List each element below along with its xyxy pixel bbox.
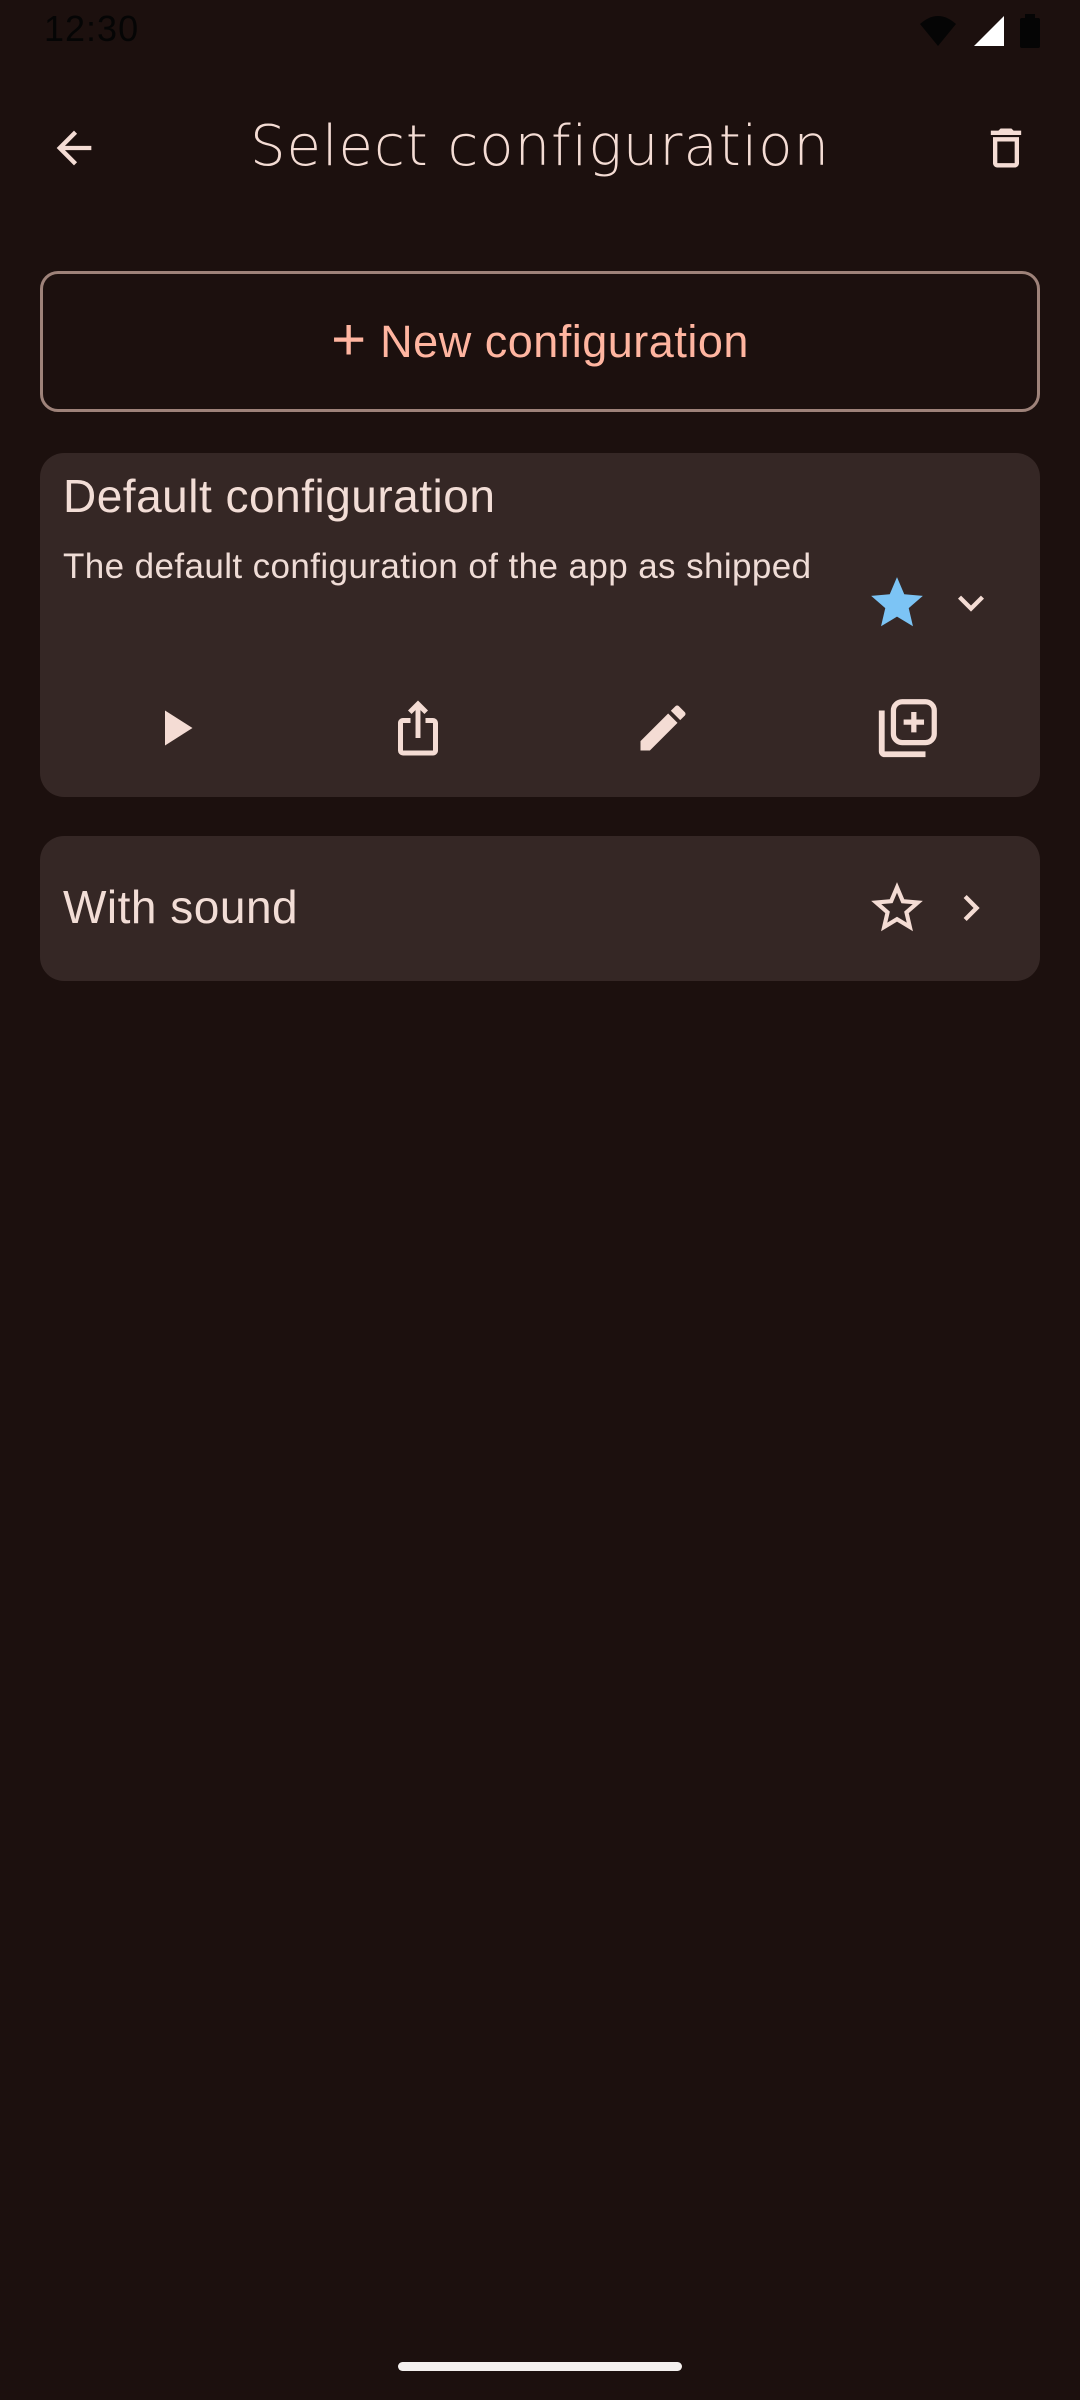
- configuration-card-default[interactable]: Default configuration The default config…: [40, 453, 1040, 797]
- status-icons: [918, 14, 1040, 48]
- configuration-title: With sound: [63, 881, 299, 933]
- configuration-description: The default configuration of the app as …: [63, 547, 812, 586]
- edit-icon: [640, 705, 686, 751]
- expand-button[interactable]: [931, 868, 1011, 948]
- duplicate-icon: [878, 699, 937, 758]
- play-icon: [165, 710, 193, 746]
- cell-signal-icon: [974, 16, 1004, 46]
- configuration-card-with-sound[interactable]: With sound: [40, 836, 1040, 981]
- play-button[interactable]: [125, 678, 225, 778]
- screen: 12:30 Select configuration + New configu…: [0, 0, 1080, 2400]
- status-time: 12:30: [44, 8, 140, 49]
- collapse-button[interactable]: [931, 563, 1011, 643]
- new-configuration-label: New configuration: [380, 315, 749, 367]
- star-filled-icon: [871, 577, 923, 627]
- share-button[interactable]: [368, 678, 468, 778]
- wifi-icon: [920, 16, 956, 46]
- chevron-down-icon: [958, 595, 984, 612]
- page-title: Select configuration: [249, 114, 831, 179]
- chevron-right-icon: [963, 895, 980, 921]
- battery-icon: [1020, 14, 1040, 48]
- trash-icon: [990, 128, 1022, 168]
- top-app-bar: Select configuration: [0, 88, 1080, 208]
- configuration-title: Default configuration: [63, 470, 496, 522]
- share-icon: [398, 700, 438, 756]
- configuration-actions: [40, 678, 1040, 778]
- status-bar: 12:30: [0, 0, 1080, 60]
- favorite-toggle[interactable]: [857, 868, 937, 948]
- edit-button[interactable]: [613, 678, 713, 778]
- star-outline-icon: [871, 882, 923, 932]
- new-configuration-button[interactable]: + New configuration: [40, 271, 1040, 412]
- home-indicator[interactable]: [398, 2362, 682, 2371]
- plus-icon: +: [331, 305, 367, 373]
- delete-button[interactable]: [958, 100, 1054, 196]
- favorite-toggle[interactable]: [857, 563, 937, 643]
- duplicate-button[interactable]: [858, 678, 958, 778]
